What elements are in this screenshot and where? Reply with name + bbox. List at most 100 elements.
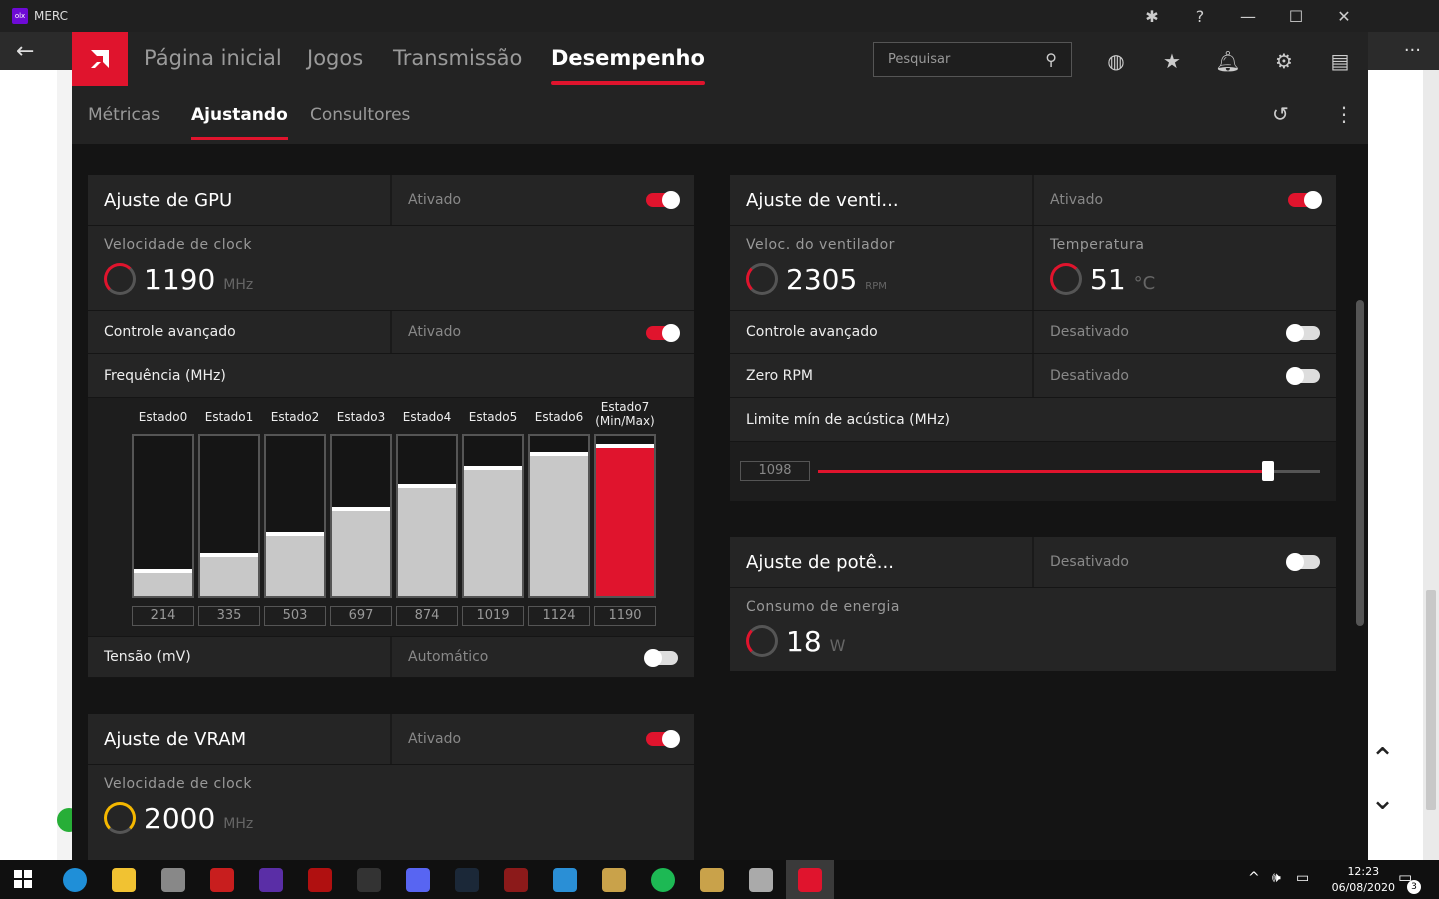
power-status: Desativado [1050,554,1129,570]
nav-home[interactable]: Página inicial [144,46,282,70]
dzl-app-icon[interactable] [504,868,528,892]
clock[interactable]: 12:23 06/08/2020 [1332,864,1395,896]
tab-metrics[interactable]: Métricas [88,105,160,125]
photos-app-icon[interactable] [749,868,773,892]
kebab-menu-icon[interactable]: ⋮ [1334,102,1354,126]
fan-toggle[interactable] [1288,191,1322,209]
content-scrollbar[interactable] [1356,300,1364,626]
state-label-4: Estado4 [402,410,452,424]
edge-icon[interactable] [63,868,87,892]
file-explorer-icon[interactable] [112,868,136,892]
league-client-icon[interactable] [700,868,724,892]
spotify-icon[interactable] [651,868,675,892]
frequency-value-4[interactable]: 874 [396,606,458,626]
frequency-bar-4[interactable] [396,434,458,598]
volume-icon[interactable]: 🕪︎ [1272,870,1281,886]
chip-app-icon[interactable] [259,868,283,892]
acoustic-slider-track[interactable] [818,470,1268,473]
power-metric: 18 W [786,625,845,658]
frequency-value-0[interactable]: 214 [132,606,194,626]
f-app-icon[interactable] [553,868,577,892]
game-app-icon[interactable] [308,868,332,892]
fan-advanced-label: Controle avançado [746,324,878,340]
zero-rpm-toggle[interactable] [1286,367,1320,385]
browser-scrollbar[interactable] [1423,70,1439,860]
frequency-bar-6[interactable] [528,434,590,598]
gpu-clock-metric: 1190 MHz [144,263,253,296]
frequency-value-5[interactable]: 1019 [462,606,524,626]
bug-report-icon[interactable]: ✱ [1128,7,1176,26]
amd-logo-icon[interactable] [72,32,128,86]
discord-icon[interactable] [406,868,430,892]
frequency-bar-1[interactable] [198,434,260,598]
acoustic-slider-rest[interactable] [1268,470,1320,473]
power-gauge-icon [746,625,778,657]
league-icon[interactable] [602,868,626,892]
maximize-icon[interactable]: ☐ [1272,7,1320,26]
overlay-icon[interactable]: ▤ [1327,48,1353,74]
frequency-bar-7[interactable] [594,434,656,598]
fan-advanced-toggle[interactable] [1286,324,1320,342]
acoustic-slider-thumb[interactable] [1262,461,1274,481]
gpu-clock-value: 1190 [144,263,216,296]
shield-app-icon[interactable] [357,868,381,892]
steam-icon[interactable] [455,868,479,892]
minimize-icon[interactable]: — [1224,7,1272,26]
app-icon[interactable] [161,868,185,892]
tab-advisors[interactable]: Consultores [310,105,410,125]
close-icon[interactable]: ✕ [1320,7,1368,26]
state-label-1: Estado1 [204,410,254,424]
frequency-value-6[interactable]: 1124 [528,606,590,626]
gpu-clock-gauge-icon [104,263,136,295]
nav-games[interactable]: Jogos [307,46,363,70]
gpu-advanced-toggle[interactable] [646,324,680,342]
vram-clock-label: Velocidade de clock [104,776,252,792]
scrollbar-thumb[interactable] [1426,590,1436,810]
amd-taskbar-button[interactable] [786,860,834,899]
frequency-label: Frequência (MHz) [104,367,226,384]
flash-app-icon[interactable] [210,868,234,892]
nav-performance[interactable]: Desempenho [551,46,705,85]
chevron-up-icon[interactable]: ⌃ [1370,742,1395,777]
search-icon[interactable]: ⚲ [1045,50,1057,69]
acoustic-value-box[interactable]: 1098 [740,461,810,481]
frequency-bar-0[interactable] [132,434,194,598]
star-icon[interactable]: ★ [1159,48,1185,74]
olx-favicon-icon: olx [12,8,28,24]
state-label-7: Estado7 (Min/Max) [595,400,655,428]
back-arrow-icon[interactable]: ← [16,39,34,64]
vram-clock-metric: 2000 MHz [144,802,253,835]
gear-icon[interactable]: ⚙ [1271,48,1297,74]
frequency-bar-2[interactable] [264,434,326,598]
more-menu-icon[interactable]: ··· [1404,40,1421,61]
reset-icon[interactable]: ↺ [1272,102,1289,126]
frequency-value-2[interactable]: 503 [264,606,326,626]
state-label-0: Estado0 [138,410,188,424]
nav-streaming[interactable]: Transmissão [393,46,522,70]
bell-icon[interactable]: 🔔︎ [1215,48,1241,74]
main-nav: Página inicial Jogos Transmissão Desempe… [72,32,1368,86]
globe-icon[interactable]: ◍ [1103,48,1129,74]
gpu-toggle[interactable] [646,191,680,209]
windows-start-icon[interactable] [14,870,32,888]
state-label-2: Estado2 [270,410,320,424]
network-icon[interactable]: ▭ [1296,870,1309,886]
frequency-bar-fill-2 [266,532,324,596]
search-input[interactable]: Pesquisar ⚲ [873,42,1072,77]
frequency-value-7[interactable]: 1190 [594,606,656,626]
fan-status: Ativado [1050,192,1104,208]
frequency-value-3[interactable]: 697 [330,606,392,626]
voltage-toggle[interactable] [644,649,678,667]
help-icon[interactable]: ? [1176,7,1224,26]
tray-chevron-up-icon[interactable]: ^ [1248,870,1260,886]
power-toggle[interactable] [1286,553,1320,571]
frequency-value-1[interactable]: 335 [198,606,260,626]
voltage-status: Automático [408,649,489,665]
chevron-down-icon[interactable]: ⌄ [1370,782,1395,817]
power-unit: W [829,636,846,655]
frequency-bar-5[interactable] [462,434,524,598]
tab-tuning[interactable]: Ajustando [191,105,288,140]
vram-toggle[interactable] [646,730,680,748]
frequency-bar-3[interactable] [330,434,392,598]
browser-tab[interactable]: olx MERC [12,6,72,26]
